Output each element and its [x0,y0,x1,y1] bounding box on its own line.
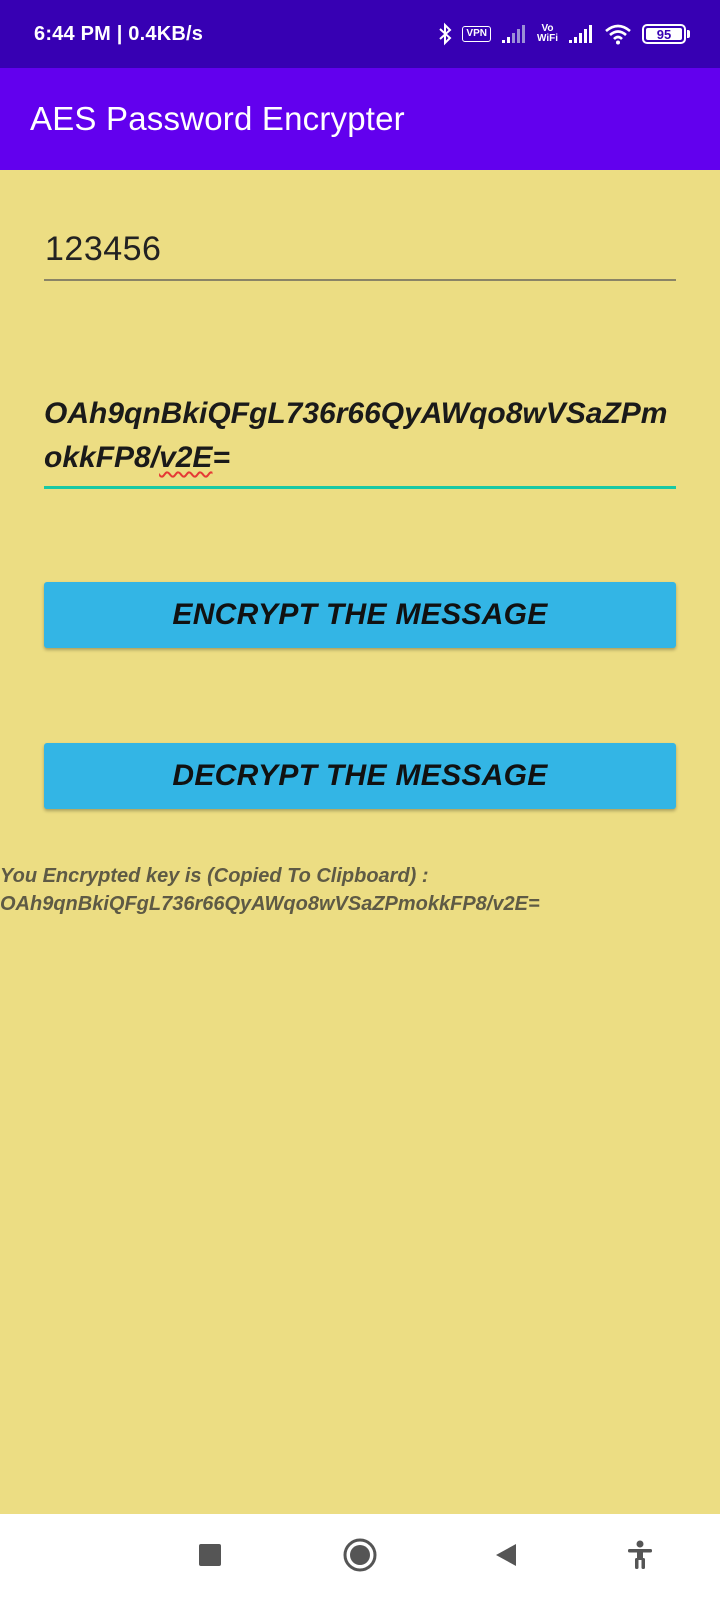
home-icon [342,1537,378,1578]
navigation-bar [0,1514,720,1600]
recents-icon [198,1543,222,1572]
status-bar: 6:44 PM | 0.4KB/s VPN Vo WiFi 95 [0,0,720,68]
spellcheck-flagged-word: v2E [159,441,213,474]
battery-icon: 95 [642,24,690,44]
app-title: AES Password Encrypter [30,100,405,137]
message-input-value[interactable]: 123456 [44,225,676,273]
signal-icon [501,24,527,44]
home-button[interactable] [320,1514,400,1600]
vpn-icon: VPN [462,26,491,42]
encrypted-output-field[interactable]: OAh9qnBkiQFgL736r66QyAWqo8wVSaZPmokkFP8/… [44,392,676,489]
vowifi-icon: Vo WiFi [536,23,558,44]
back-icon [493,1542,519,1573]
app-bar: AES Password Encrypter [0,68,720,170]
status-icons: VPN Vo WiFi 95 [438,0,690,68]
accessibility-icon [626,1540,654,1575]
encrypt-button[interactable]: ENCRYPT THE MESSAGE [44,582,676,648]
signal-icon [568,24,594,44]
battery-level: 95 [656,26,672,42]
status-time: 6:44 PM | 0.4KB/s [34,22,204,45]
message-input[interactable]: 123456 [44,225,676,281]
recents-button[interactable] [170,1514,250,1600]
accessibility-button[interactable] [600,1514,680,1600]
wifi-icon [604,23,632,45]
result-message-line1: You Encrypted key is (Copied To Clipboar… [0,865,429,887]
bluetooth-icon [438,22,452,46]
back-button[interactable] [466,1514,546,1600]
decrypt-button[interactable]: DECRYPT THE MESSAGE [44,743,676,809]
result-message: You Encrypted key is (Copied To Clipboar… [0,862,720,918]
result-message-key: OAh9qnBkiQFgL736r66QyAWqo8wVSaZPmokkFP8/… [0,893,540,915]
encrypted-output-value[interactable]: OAh9qnBkiQFgL736r66QyAWqo8wVSaZPmokkFP8/… [44,392,676,480]
